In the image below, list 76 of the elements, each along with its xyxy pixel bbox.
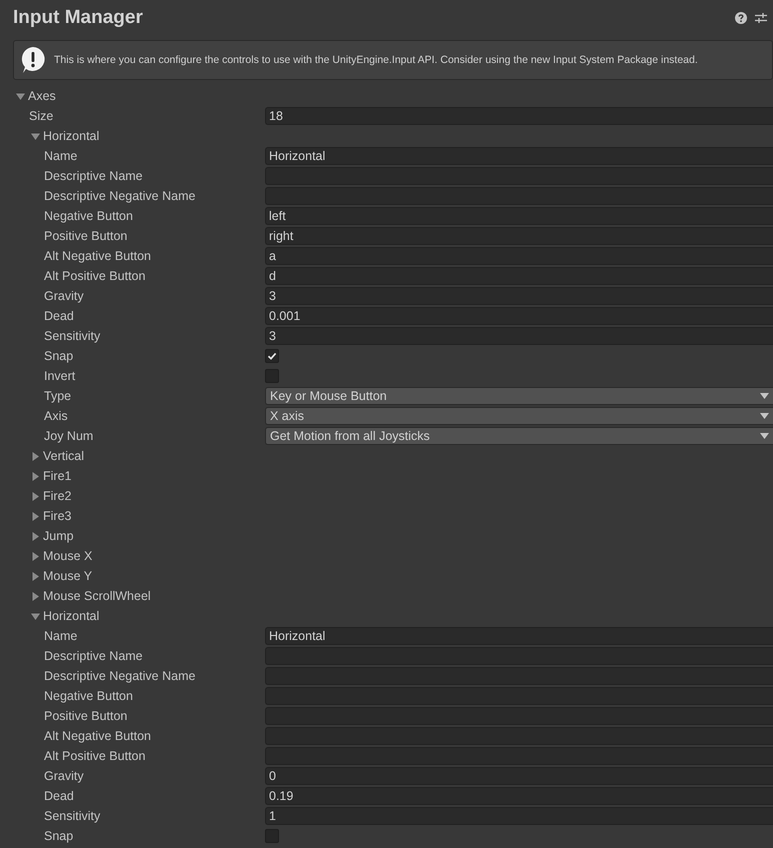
collapsed-arrow-icon[interactable] [31, 492, 40, 500]
text-field[interactable]: d [265, 267, 773, 285]
text-field[interactable]: left [265, 207, 773, 225]
foldout-label[interactable]: Horizontal [43, 129, 100, 143]
text-field[interactable]: Horizontal [265, 627, 773, 645]
text-field[interactable]: 3 [265, 327, 773, 345]
field-label: Negative Button [44, 209, 133, 223]
caret-icon [760, 393, 769, 399]
text-field[interactable]: 0.19 [265, 787, 773, 805]
field-label: Joy Num [44, 429, 94, 443]
window-title: Input Manager [13, 7, 144, 29]
field-label: Name [44, 149, 78, 163]
collapsed-arrow-icon[interactable] [31, 532, 40, 540]
foldout-label[interactable]: Fire3 [43, 509, 72, 523]
text-field[interactable]: 0.001 [265, 307, 773, 325]
field-label: Alt Positive Button [44, 269, 146, 283]
field-label: Positive Button [44, 229, 128, 243]
foldout-label[interactable]: Horizontal [43, 609, 100, 623]
field-label: Descriptive Negative Name [44, 189, 196, 203]
dropdown[interactable]: Key or Mouse Button [265, 387, 773, 405]
collapsed-arrow-icon[interactable] [31, 552, 40, 560]
field-label: Descriptive Name [44, 169, 143, 183]
caret-icon [760, 433, 769, 439]
warning-icon [20, 46, 46, 74]
caret-icon [760, 413, 769, 419]
text-field[interactable]: a [265, 247, 773, 265]
field-label: Invert [44, 369, 76, 383]
foldout-label[interactable]: Fire2 [43, 489, 72, 503]
dropdown[interactable]: Get Motion from all Joysticks [265, 427, 773, 445]
field-label: Sensitivity [44, 329, 100, 343]
field-label: Snap [44, 829, 74, 843]
field-label: Descriptive Name [44, 649, 143, 663]
field-label: Descriptive Negative Name [44, 669, 196, 683]
checkbox[interactable] [265, 829, 279, 843]
text-field[interactable]: 0 [265, 767, 773, 785]
text-field[interactable]: right [265, 227, 773, 245]
field-label: Gravity [44, 769, 84, 783]
field-label: Axis [44, 409, 68, 423]
expanded-arrow-icon[interactable] [16, 92, 25, 100]
field-label: Alt Negative Button [44, 249, 152, 263]
settings-icon[interactable] [755, 12, 767, 24]
foldout-label[interactable]: Mouse Y [43, 569, 92, 583]
field-label: Snap [44, 349, 74, 363]
dropdown[interactable]: X axis [265, 407, 773, 425]
field-label: Alt Negative Button [44, 729, 152, 743]
collapsed-arrow-icon[interactable] [31, 512, 40, 520]
text-field[interactable]: 3 [265, 287, 773, 305]
expanded-arrow-icon[interactable] [31, 132, 40, 140]
foldout-label[interactable]: Mouse X [43, 549, 92, 563]
collapsed-arrow-icon[interactable] [31, 572, 40, 580]
foldout-label[interactable]: Axes [28, 89, 56, 103]
field-label: Alt Positive Button [44, 749, 146, 763]
text-field[interactable]: 1 [265, 807, 773, 825]
field-label: Dead [44, 309, 74, 323]
text-field[interactable]: 18 [265, 107, 773, 125]
field-label: Name [44, 629, 78, 643]
field-label: Positive Button [44, 709, 128, 723]
text-field[interactable]: Horizontal [265, 147, 773, 165]
expanded-arrow-icon[interactable] [31, 612, 40, 620]
collapsed-arrow-icon[interactable] [31, 592, 40, 600]
field-label: Size [29, 109, 54, 123]
help-message: This is where you can configure the controls to use with the UnityEngine.Input API. Consider using the new Input System Package instead. [54, 54, 698, 66]
foldout-label[interactable]: Mouse ScrollWheel [43, 589, 151, 603]
collapsed-arrow-icon[interactable] [31, 472, 40, 480]
checkbox[interactable] [265, 349, 279, 363]
help-icon[interactable] [735, 12, 747, 24]
field-label: Gravity [44, 289, 84, 303]
field-label: Type [44, 389, 72, 403]
foldout-label[interactable]: Jump [43, 529, 74, 543]
collapsed-arrow-icon[interactable] [31, 452, 40, 460]
field-label: Sensitivity [44, 809, 100, 823]
foldout-label[interactable]: Fire1 [43, 469, 72, 483]
checkbox[interactable] [265, 369, 279, 383]
foldout-label[interactable]: Vertical [43, 449, 84, 463]
field-label: Dead [44, 789, 74, 803]
field-label: Negative Button [44, 689, 133, 703]
